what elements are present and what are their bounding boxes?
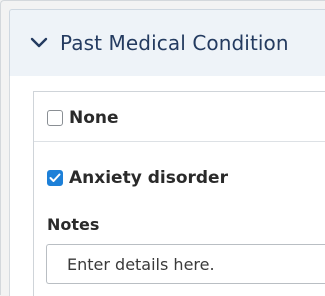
section-header-past-medical-condition[interactable]: Past Medical Condition	[9, 9, 325, 77]
chevron-down-icon[interactable]	[28, 32, 50, 54]
medical-history-panel: Past Medical Condition None Anxiety diso…	[0, 0, 325, 296]
option-label: Anxiety disorder	[69, 168, 228, 188]
option-label: None	[69, 108, 119, 128]
section-title: Past Medical Condition	[60, 31, 289, 55]
notes-input[interactable]	[46, 244, 325, 284]
option-anxiety-disorder[interactable]: Anxiety disorder	[47, 166, 228, 190]
none-checkbox[interactable]	[47, 110, 63, 126]
checkmark-icon	[49, 173, 61, 182]
anxiety-disorder-checkbox[interactable]	[47, 170, 63, 186]
option-none[interactable]: None	[47, 106, 119, 130]
notes-label: Notes	[47, 215, 100, 234]
divider	[34, 141, 325, 142]
